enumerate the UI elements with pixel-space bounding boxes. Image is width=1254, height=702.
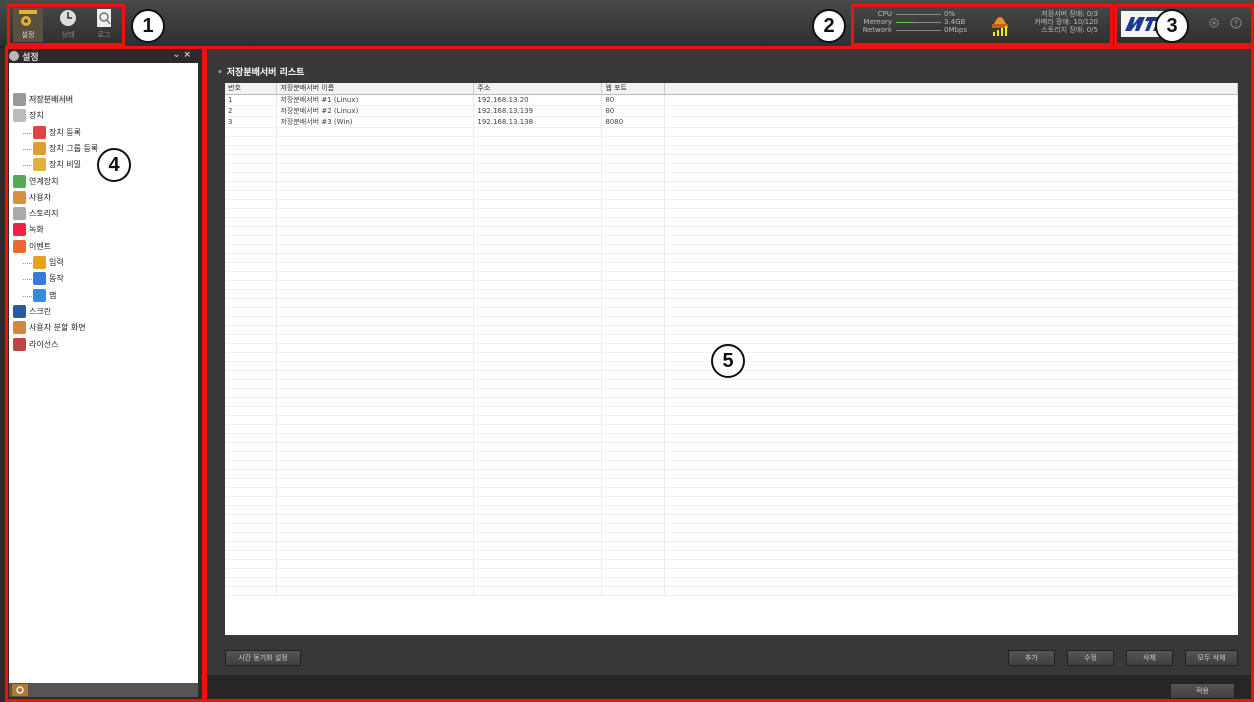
annotation-marker-4: 4 bbox=[97, 148, 131, 182]
annotation-marker-2: 2 bbox=[812, 9, 846, 43]
annotation-marker-5: 5 bbox=[711, 344, 745, 378]
annotation-marker-3: 3 bbox=[1155, 9, 1189, 43]
annotation-marker-1: 1 bbox=[131, 9, 165, 43]
annotation-box-2 bbox=[851, 4, 1113, 46]
annotation-box-1 bbox=[7, 4, 125, 46]
annotation-box-4 bbox=[5, 46, 205, 702]
